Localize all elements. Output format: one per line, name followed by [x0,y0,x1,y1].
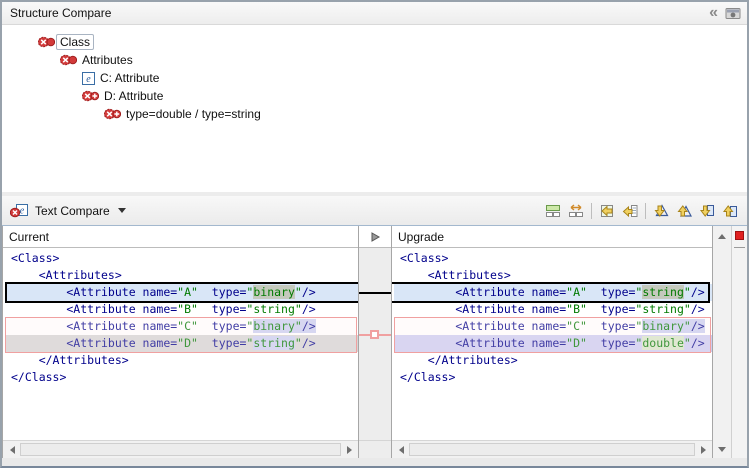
code-line: </Attributes> [394,352,712,369]
toolbar-separator [645,203,646,219]
overview-diff-marker[interactable] [735,231,744,240]
structure-tree: Class Attributes e C: Attribute D: Attribute… [2,25,747,192]
code-line: <Attributes> [5,267,358,284]
conflict-icon [60,54,77,66]
scroll-right-button[interactable] [342,443,356,457]
code-line: </Class> [394,369,712,386]
right-pane-header: Upgrade [392,226,712,248]
next-change-button[interactable] [696,200,718,222]
conflict-plus-icon [82,90,99,102]
tree-item-label: D: Attribute [104,89,163,103]
conflict-icon [38,36,55,48]
code-line: <Attribute name="A" type="binary"/> [5,284,358,301]
code-line: <Attribute name="A" type="string"/> [394,284,712,301]
structure-compare-header: Structure Compare « [2,2,747,25]
text-compare-header: e Text Compare [2,196,747,226]
toolbar-separator [591,203,592,219]
triangle-up-icon [718,234,726,239]
camera-icon[interactable] [725,7,741,20]
tree-item-d-attribute[interactable]: D: Attribute [2,87,747,105]
code-line: <Class> [5,250,358,267]
tree-item-class[interactable]: Class [2,33,747,51]
triangle-left-icon [399,446,404,454]
code-line: <Attribute name="B" type="string"/> [5,301,358,318]
copy-all-from-right-to-left-button[interactable] [596,200,618,222]
compare-editor: Structure Compare « Class Attributes e C: A… [0,0,749,468]
scrollbar-thumb[interactable] [409,443,695,456]
tree-item-type-double-type-string[interactable]: type=double / type=string [2,105,747,123]
swap-left-and-right-button[interactable] [565,200,587,222]
overview-ruler[interactable] [731,226,747,458]
arrow-right-icon [370,231,381,243]
code-line: <Attributes> [394,267,712,284]
scrollbar-thumb[interactable] [20,443,341,456]
diff-connector-selected [359,292,391,294]
code-line: <Attribute name="D" type="string"/> [5,335,358,352]
tree-item-label: C: Attribute [100,71,159,85]
diff-gutter [358,226,392,458]
code-line: <Attribute name="C" type="binary"/> [394,318,712,335]
scroll-left-button[interactable] [5,443,19,457]
code-line: </Class> [5,369,358,386]
chevron-down-icon[interactable] [118,208,126,213]
copy-current-change-from-right-to-left-button[interactable] [619,200,641,222]
previous-change-button[interactable] [719,200,741,222]
compare-panes: Current <Class> <Attributes> <Attribute … [2,226,747,458]
svg-text:e: e [20,206,25,217]
vertical-scrollbar[interactable] [713,226,731,458]
left-horizontal-scrollbar[interactable] [3,440,358,458]
tree-item-label: Attributes [82,53,133,67]
triangle-right-icon [701,446,706,454]
conflict-plus-icon [104,108,121,120]
triangle-right-icon [347,446,352,454]
tree-item-attributes[interactable]: Attributes [2,51,747,69]
overview-viewport-indicator [734,247,745,248]
previous-difference-button[interactable] [673,200,695,222]
code-line: <Class> [394,250,712,267]
code-line: <Attribute name="D" type="double"/> [394,335,712,352]
bottom-strip [2,458,747,466]
scroll-down-button[interactable] [713,442,731,456]
text-compare-toolbar [542,200,741,222]
right-editor[interactable]: <Class> <Attributes> <Attribute name="A"… [392,248,712,440]
code-line: <Attribute name="C" type="binary"/> [5,318,358,335]
scroll-left-button[interactable] [394,443,408,457]
svg-text:e: e [86,74,91,85]
copy-direction-cell [359,226,391,248]
scroll-up-button[interactable] [713,229,731,243]
tree-item-c-attribute[interactable]: e C: Attribute [2,69,747,87]
triangle-down-icon [718,447,726,452]
next-difference-button[interactable] [650,200,672,222]
right-horizontal-scrollbar[interactable] [392,440,712,458]
diff-connector-handle[interactable] [370,330,379,339]
code-line: <Attribute name="B" type="string"/> [394,301,712,318]
tree-item-label: type=double / type=string [126,107,261,121]
double-chevron-left-icon[interactable]: « [709,7,717,19]
show-ancestor-pane-button[interactable] [542,200,564,222]
tree-item-label: Class [56,34,94,50]
scroll-right-button[interactable] [696,443,710,457]
gutter-bottom-cell [359,440,391,458]
left-pane-header: Current [3,226,358,248]
left-editor[interactable]: <Class> <Attributes> <Attribute name="A"… [3,248,358,440]
structure-compare-title: Structure Compare [10,6,111,20]
right-pane-title: Upgrade [398,230,444,244]
left-pane-title: Current [9,230,49,244]
code-line: </Attributes> [5,352,358,369]
element-icon: e [82,72,95,85]
text-compare-title: Text Compare [35,204,110,218]
text-compare-icon: e [10,203,29,218]
triangle-left-icon [10,446,15,454]
